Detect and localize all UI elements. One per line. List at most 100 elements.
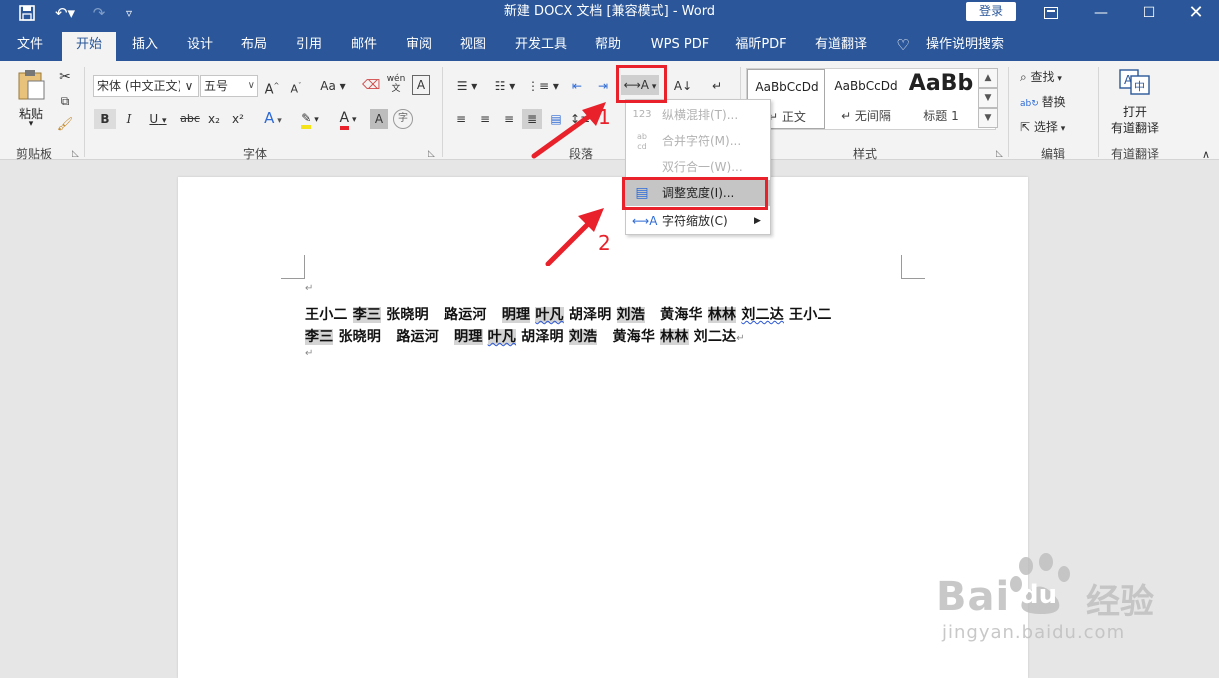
asian-layout-menu: 123 纵横混排(T)... ab cd 合并字符(M)... 双行合一(W)..… <box>625 99 771 235</box>
align-right-icon[interactable]: ≡ <box>500 109 518 129</box>
tab-help[interactable]: 帮助 <box>585 32 631 61</box>
format-painter-icon[interactable]: 🖌 <box>56 115 74 135</box>
tab-home[interactable]: 开始 <box>62 32 116 61</box>
strikethrough-button[interactable]: abc <box>178 109 202 129</box>
align-center-icon[interactable]: ≡ <box>476 109 494 129</box>
undo-icon[interactable]: ↶▾ <box>50 0 80 26</box>
replace-button[interactable]: ab↻ 替换 <box>1020 92 1090 112</box>
tab-developer[interactable]: 开发工具 <box>508 32 574 61</box>
bullets-button[interactable]: ☰ ▾ <box>450 76 484 96</box>
paste-button[interactable]: 粘贴 ▾ <box>10 67 52 131</box>
styles-launcher-icon[interactable]: ◺ <box>996 149 1003 159</box>
customize-icon[interactable]: ▿ <box>116 0 142 26</box>
char-border-icon[interactable]: A <box>412 75 430 95</box>
group-divider <box>1098 67 1099 157</box>
italic-button[interactable]: I <box>120 109 138 129</box>
svg-text:中: 中 <box>1134 80 1145 93</box>
tab-file[interactable]: 文件 <box>8 32 52 61</box>
expand-gallery-icon[interactable]: ▼ <box>978 108 998 128</box>
youdao-open-button[interactable]: A中 打开 有道翻译 <box>1104 67 1166 141</box>
styles-gallery: AaBbCcDd ↵ 正文 AaBbCcDd ↵ 无间隔 AaBb 标题 1 <box>746 68 996 130</box>
document-text-line[interactable]: 王小二 李三 张晓明 路运河 明理 叶凡 胡泽明 刘浩 黄海华 林林 刘二达 王… <box>305 304 832 324</box>
cut-icon[interactable]: ✂ <box>56 67 74 87</box>
show-marks-icon[interactable]: ↵ <box>706 76 728 96</box>
clipboard-launcher-icon[interactable]: ◺ <box>72 149 79 159</box>
style-no-spacing[interactable]: AaBbCcDd ↵ 无间隔 <box>827 69 905 129</box>
font-launcher-icon[interactable]: ◺ <box>428 149 435 159</box>
margin-corner-mark <box>281 255 305 279</box>
scale-icon: ⟷A <box>632 214 658 228</box>
document-text-line[interactable]: 李三 张晓明 路运河 明理 叶凡 胡泽明 刘浩 黄海华 林林 刘二达↵ <box>305 326 745 346</box>
shrink-font-icon[interactable]: Aˇ <box>288 76 304 96</box>
title-bar: ↶▾ ↷ ▿ 新建 DOCX 文档 [兼容模式] - Word 登录 — ☐ ✕ <box>0 0 1219 26</box>
highlighter-icon: ✎ <box>301 111 312 129</box>
ribbon-display-icon[interactable] <box>1028 0 1074 26</box>
save-icon[interactable] <box>14 0 40 26</box>
group-divider <box>442 67 443 157</box>
menu-item-combine-vertical[interactable]: 123 纵横混排(T)... <box>626 102 770 128</box>
find-button[interactable]: ⌕ 查找 ▾ <box>1020 67 1090 87</box>
styles-scroll: ▲ ▼ ▼ <box>978 68 998 130</box>
change-case-button[interactable]: Aa ▾ <box>316 76 350 96</box>
tab-references[interactable]: 引用 <box>286 32 332 61</box>
clipboard-icon <box>18 70 45 100</box>
search-icon: ⌕ <box>1020 70 1031 84</box>
menu-item-combine-chars[interactable]: ab cd 合并字符(M)... <box>626 128 770 154</box>
maximize-icon[interactable]: ☐ <box>1126 0 1172 26</box>
tab-design[interactable]: 设计 <box>177 32 223 61</box>
clear-format-icon[interactable]: ⌫ <box>362 76 380 96</box>
vertical-horizontal-icon: 123 <box>632 109 652 120</box>
tab-view[interactable]: 视图 <box>450 32 496 61</box>
collapse-ribbon-icon[interactable]: ∧ <box>1198 145 1214 165</box>
paragraph-mark: ↵ <box>305 283 314 294</box>
multilevel-list-button[interactable]: ⋮≡ ▾ <box>526 76 560 96</box>
subscript-button[interactable]: x₂ <box>204 109 224 129</box>
tab-mailings[interactable]: 邮件 <box>341 32 387 61</box>
group-divider <box>84 67 85 157</box>
chevron-down-icon: ∨ <box>247 80 255 91</box>
grow-font-icon[interactable]: A^ <box>264 76 280 97</box>
font-size-combo[interactable]: 五号 ∨ <box>200 75 258 97</box>
font-color-button[interactable]: A ▾ <box>332 108 364 130</box>
paste-dropdown-icon[interactable]: ▾ <box>10 119 52 129</box>
highlight-button[interactable]: ✎ ▾ <box>294 108 326 129</box>
underline-button[interactable]: U ▾ <box>142 109 174 129</box>
char-shading-button[interactable]: A <box>370 109 388 129</box>
tab-layout[interactable]: 布局 <box>231 32 277 61</box>
enclose-char-button[interactable]: 字 <box>393 109 413 129</box>
replace-icon: ab↻ <box>1020 99 1042 109</box>
tab-youdao[interactable]: 有道翻译 <box>806 32 876 61</box>
increase-indent-icon[interactable]: ⇥ <box>592 76 614 96</box>
group-divider <box>1008 67 1009 157</box>
redo-icon[interactable]: ↷ <box>86 0 112 26</box>
chevron-down-icon[interactable]: ▼ <box>978 88 998 108</box>
menu-item-char-scale[interactable]: ⟷A 字符缩放(C) ▶ <box>626 208 770 234</box>
numbering-button[interactable]: ☷ ▾ <box>488 76 522 96</box>
tab-review[interactable]: 审阅 <box>396 32 442 61</box>
style-heading-1[interactable]: AaBb 标题 1 <box>905 69 977 129</box>
align-left-icon[interactable]: ≡ <box>452 109 470 129</box>
sort-icon[interactable]: A↓ <box>672 76 694 96</box>
baidu-watermark: Bai du 经验 jingyan.baidu.com <box>936 552 1166 652</box>
combine-chars-icon: ab cd <box>637 132 647 151</box>
chevron-up-icon[interactable]: ▲ <box>978 68 998 88</box>
superscript-button[interactable]: x² <box>228 109 248 129</box>
tab-wps-pdf[interactable]: WPS PDF <box>645 32 715 61</box>
bold-button[interactable]: B <box>94 109 116 129</box>
translate-icon: A中 <box>1119 69 1150 95</box>
lightbulb-icon: ♡ <box>896 36 910 54</box>
copy-icon[interactable]: ⧉ <box>56 91 74 111</box>
decrease-indent-icon[interactable]: ⇤ <box>566 76 588 96</box>
minimize-icon[interactable]: — <box>1078 0 1124 26</box>
tab-insert[interactable]: 插入 <box>122 32 168 61</box>
clipboard-group-label: 剪贴板 <box>15 147 52 161</box>
login-button[interactable]: 登录 <box>966 2 1016 21</box>
select-button[interactable]: ⇱ 选择 ▾ <box>1020 117 1090 137</box>
chevron-down-icon[interactable]: ∨ <box>180 76 198 96</box>
phonetic-guide-icon[interactable]: wén 文 <box>386 74 406 94</box>
chevron-right-icon: ▶ <box>754 216 761 226</box>
tab-foxit-pdf[interactable]: 福昕PDF <box>728 32 794 61</box>
tell-me-search[interactable]: 操作说明搜索 <box>918 32 1012 61</box>
text-effects-button[interactable]: A ▾ <box>258 108 288 128</box>
close-icon[interactable]: ✕ <box>1173 0 1219 26</box>
